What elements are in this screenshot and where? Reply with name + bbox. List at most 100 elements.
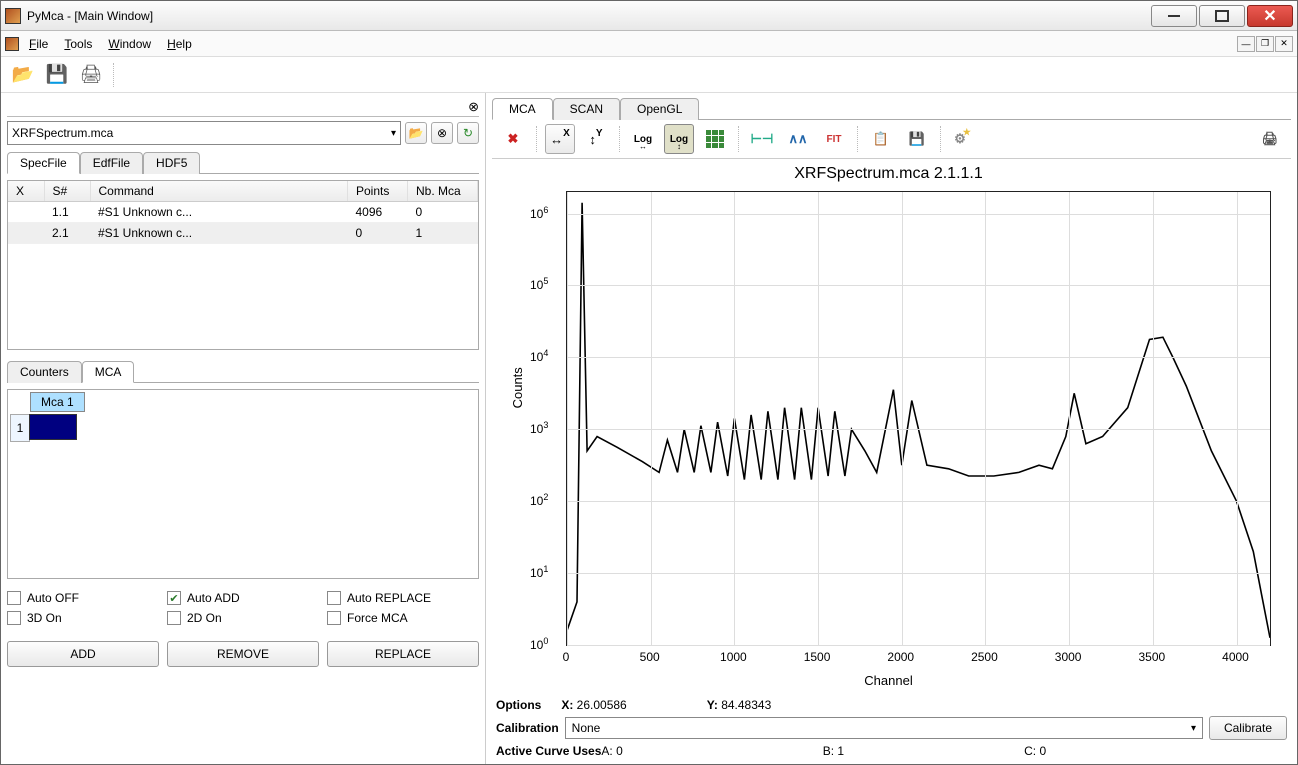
export-data-icon[interactable]: 📋 [866,124,896,154]
minimize-button[interactable] [1151,5,1197,27]
active-curve-label: Active Curve Uses [496,744,601,758]
tab-specfile[interactable]: SpecFile [7,152,80,174]
options-link[interactable]: Options [496,698,541,712]
calibration-row: Calibration None ▾ Calibrate [492,714,1291,742]
app-icon [5,8,21,24]
app-window: PyMca - [Main Window] ✕ File Tools Windo… [0,0,1298,765]
autoscale-y-button[interactable]: ↕Y [581,124,611,154]
right-pane: MCA SCAN OpenGL ✖ ↔X ↕Y Log↔ Log↕ ⊢⊣ [486,93,1297,764]
peak-search-icon[interactable]: ∧∧ [783,124,813,154]
mca-cell-selected[interactable] [29,414,77,440]
menubar: File Tools Window Help — ❐ ✕ [1,31,1297,57]
spectrum-curve [567,192,1270,645]
x-pos-label: X: [561,698,573,712]
add-button[interactable]: ADD [7,641,159,667]
file-combobox[interactable]: XRFSpectrum.mca ▾ [7,121,401,145]
coef-b: B: 1 [823,744,844,758]
configure-icon[interactable]: ⚙★ [949,124,979,154]
tab-plot-opengl[interactable]: OpenGL [620,98,699,120]
app-menu-icon[interactable] [5,37,19,51]
titlebar: PyMca - [Main Window] ✕ [1,1,1297,31]
autoscale-x-button[interactable]: ↔X [545,124,575,154]
checkbox-icon: ✔ [167,591,181,605]
col-snum[interactable]: S# [44,181,90,202]
remove-source-button[interactable]: ⊗ [431,122,453,144]
open-file-icon[interactable]: 📂 [11,63,35,87]
mdi-restore-button[interactable]: ❐ [1256,36,1274,52]
maximize-button[interactable] [1199,5,1245,27]
tab-counters[interactable]: Counters [7,361,82,383]
table-row[interactable]: 1.1 #S1 Unknown c... 4096 0 [8,202,478,223]
log-y-button[interactable]: Log↕ [664,124,694,154]
file-combobox-value: XRFSpectrum.mca [12,126,113,140]
col-x[interactable]: X [8,181,44,202]
tab-plot-scan[interactable]: SCAN [553,98,620,120]
col-nbmca[interactable]: Nb. Mca [408,181,478,202]
data-type-tabs: Counters MCA [7,360,479,383]
save-file-icon[interactable]: 💾 [45,63,69,87]
y-pos-label: Y: [707,698,718,712]
mdi-close-button[interactable]: ✕ [1275,36,1293,52]
coef-c: C: 0 [1024,744,1046,758]
tab-plot-mca[interactable]: MCA [492,98,553,120]
toggle-grid-button[interactable] [700,124,730,154]
save-curve-icon[interactable]: 💾 [902,124,932,154]
close-button[interactable]: ✕ [1247,5,1293,27]
mca-col-header[interactable]: Mca 1 [30,392,85,412]
log-x-button[interactable]: Log↔ [628,124,658,154]
calibrate-button[interactable]: Calibrate [1209,716,1287,740]
check-force-mca[interactable]: Force MCA [327,611,479,625]
open-folder-button[interactable]: 📂 [405,122,427,144]
refresh-button[interactable]: ↻ [457,122,479,144]
menu-help[interactable]: Help [161,34,198,54]
col-points[interactable]: Points [348,181,408,202]
source-tabs: SpecFile EdfFile HDF5 [7,151,479,174]
tab-mca[interactable]: MCA [82,361,135,383]
checkbox-icon [327,591,341,605]
action-buttons: ADD REMOVE REPLACE [7,641,479,667]
content: ⊗ XRFSpectrum.mca ▾ 📂 ⊗ ↻ SpecFile EdfFi… [1,93,1297,764]
plot-title: XRFSpectrum.mca 2.1.1.1 [496,165,1281,183]
plot-canvas[interactable] [566,191,1271,646]
calibration-label: Calibration [496,721,559,735]
plot-wrap: XRFSpectrum.mca 2.1.1.1 Counts Channel 1… [492,159,1291,760]
clear-icon[interactable]: ✖ [498,124,528,154]
checkbox-icon [327,611,341,625]
col-command[interactable]: Command [90,181,348,202]
left-pane: ⊗ XRFSpectrum.mca ▾ 📂 ⊗ ↻ SpecFile EdfFi… [1,93,486,764]
dropdown-icon: ▾ [391,128,396,139]
check-2d-on[interactable]: 2D On [167,611,319,625]
fit-icon[interactable]: FIT [819,124,849,154]
scan-table-header: X S# Command Points Nb. Mca [8,181,478,202]
plot-area[interactable]: XRFSpectrum.mca 2.1.1.1 Counts Channel 1… [496,163,1281,694]
mdi-minimize-button[interactable]: — [1237,36,1255,52]
replace-button[interactable]: REPLACE [327,641,479,667]
tab-edffile[interactable]: EdfFile [80,152,143,174]
print-icon[interactable]: 🖨 [79,63,103,87]
checkbox-icon [7,611,21,625]
y-axis-label: Counts [510,367,525,408]
mca-row-number[interactable]: 1 [10,414,30,442]
calibration-value: None [572,721,601,735]
menu-window[interactable]: Window [102,34,157,54]
calibration-select[interactable]: None ▾ [565,717,1203,739]
tab-hdf5[interactable]: HDF5 [143,152,200,174]
panel-close-icon[interactable]: ⊗ [468,99,479,115]
menu-tools[interactable]: Tools [58,34,98,54]
cursor-info-row: Options X: 26.00586 Y: 84.48343 [492,696,1291,714]
menu-file[interactable]: File [23,34,54,54]
check-auto-off[interactable]: Auto OFF [7,591,159,605]
scan-table[interactable]: X S# Command Points Nb. Mca 1.1 #S1 Unkn… [7,180,479,350]
mca-row: 1 [10,414,476,442]
checkbox-icon [167,611,181,625]
check-auto-replace[interactable]: Auto REPLACE [327,591,479,605]
table-row[interactable]: 2.1 #S1 Unknown c... 0 1 [8,223,478,244]
mca-selection-box: Mca 1 1 [7,389,479,579]
print-plot-icon[interactable]: 🖨 [1255,124,1285,154]
remove-button[interactable]: REMOVE [167,641,319,667]
check-auto-add[interactable]: ✔ Auto ADD [167,591,319,605]
main-toolbar: 📂 💾 🖨 [1,57,1297,93]
energy-axis-icon[interactable]: ⊢⊣ [747,124,777,154]
check-3d-on[interactable]: 3D On [7,611,159,625]
plot-toolbar: ✖ ↔X ↕Y Log↔ Log↕ ⊢⊣ ∧∧ FIT 📋 💾 [492,120,1291,159]
